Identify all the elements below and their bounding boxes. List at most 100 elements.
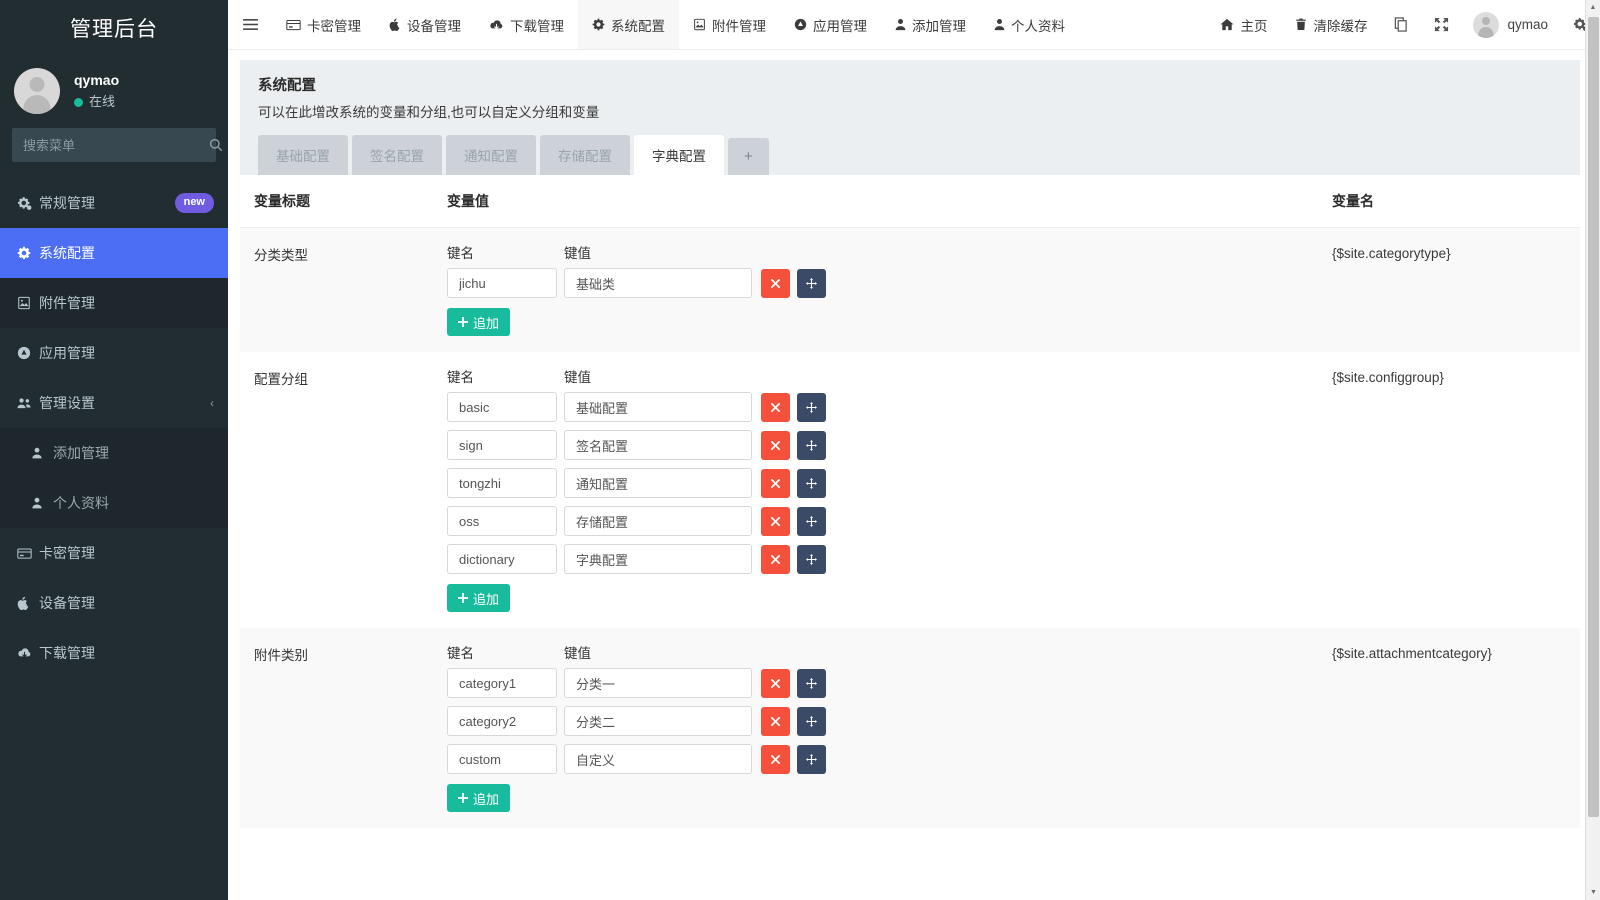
delete-row-button[interactable]: [761, 393, 790, 422]
sidebar-item-system-config[interactable]: 系统配置: [0, 228, 228, 278]
kv-key-input[interactable]: [447, 268, 557, 298]
move-row-handle[interactable]: [797, 545, 826, 574]
add-tab-button[interactable]: +: [728, 138, 769, 175]
kv-value-input[interactable]: [564, 668, 752, 698]
kv-key-input[interactable]: [447, 706, 557, 736]
sidebar-item-app-management[interactable]: 应用管理: [0, 328, 228, 378]
config-table: 变量标题 变量值 变量名 分类类型 键名 键值: [240, 175, 1580, 828]
row-title: 配置分组: [240, 352, 435, 628]
cloud-download-icon: [489, 19, 504, 31]
sidebar-item-label: 系统配置: [39, 243, 214, 263]
tab-storage-config[interactable]: 存储配置: [540, 135, 630, 175]
times-icon: [771, 717, 780, 726]
sidebar-item-device-management[interactable]: 设备管理: [0, 578, 228, 628]
hamburger-icon[interactable]: [228, 0, 272, 49]
kv-key-input[interactable]: [447, 506, 557, 536]
kv-key-header: 键名: [447, 642, 564, 662]
kv-key-input[interactable]: [447, 468, 557, 498]
kv-key-input[interactable]: [447, 744, 557, 774]
topbar-user[interactable]: qymao: [1461, 0, 1560, 49]
card-icon: [17, 546, 39, 561]
kv-value-input[interactable]: [564, 544, 752, 574]
plus-icon: [458, 593, 468, 603]
tab-basic-config[interactable]: 基础配置: [258, 135, 348, 175]
topnav-card-management[interactable]: 卡密管理: [272, 0, 375, 49]
add-pair-button[interactable]: 追加: [447, 784, 510, 812]
kv-row: [447, 268, 1308, 298]
topnav-download-management[interactable]: 下载管理: [475, 0, 578, 49]
kv-key-input[interactable]: [447, 668, 557, 698]
vertical-scrollbar[interactable]: ▲ ▼: [1585, 0, 1600, 900]
tab-notify-config[interactable]: 通知配置: [446, 135, 536, 175]
move-row-handle[interactable]: [797, 431, 826, 460]
kv-value-input[interactable]: [564, 430, 752, 460]
sidebar-item-attachment-management[interactable]: 附件管理: [0, 278, 228, 328]
topbar-spacer: [1079, 0, 1206, 49]
scrollbar-thumb[interactable]: [1588, 17, 1599, 817]
add-pair-button[interactable]: 追加: [447, 308, 510, 336]
kv-value-input[interactable]: [564, 468, 752, 498]
topnav-label: 个人资料: [1011, 15, 1065, 35]
sidebar-search-box[interactable]: [12, 128, 216, 162]
copy-window-icon[interactable]: [1381, 0, 1421, 49]
delete-row-button[interactable]: [761, 431, 790, 460]
sidebar-item-add-admin[interactable]: 添加管理: [0, 428, 228, 478]
topnav-system-config[interactable]: 系统配置: [578, 0, 679, 49]
image-file-icon: [693, 18, 706, 31]
kv-value-input[interactable]: [564, 706, 752, 736]
gear-icon: [17, 246, 39, 260]
kv-key-input[interactable]: [447, 430, 557, 460]
topnav-profile[interactable]: 个人资料: [980, 0, 1079, 49]
kv-key-input[interactable]: [447, 392, 557, 422]
topnav-app-management[interactable]: 应用管理: [780, 0, 881, 49]
sidebar-item-general-management[interactable]: 常规管理 new: [0, 178, 228, 228]
times-icon: [771, 441, 780, 450]
sidebar-user-panel[interactable]: qymao 在线: [0, 56, 228, 128]
sidebar-item-label: 下载管理: [39, 643, 214, 663]
add-pair-button[interactable]: 追加: [447, 584, 510, 612]
kv-key-input[interactable]: [447, 544, 557, 574]
topnav-device-management[interactable]: 设备管理: [375, 0, 475, 49]
row-pairs-cell: 键名 键值: [435, 352, 1320, 628]
topnav-attachment-management[interactable]: 附件管理: [679, 0, 780, 49]
topnav-add-admin[interactable]: 添加管理: [881, 0, 980, 49]
kv-value-input[interactable]: [564, 506, 752, 536]
scroll-down-arrow-icon[interactable]: ▼: [1586, 885, 1600, 900]
kv-value-input[interactable]: [564, 392, 752, 422]
kv-value-input[interactable]: [564, 268, 752, 298]
delete-row-button[interactable]: [761, 669, 790, 698]
topnav-label: 添加管理: [912, 15, 966, 35]
add-pair-label: 追加: [473, 589, 499, 608]
move-row-handle[interactable]: [797, 393, 826, 422]
topnav-home[interactable]: 主页: [1206, 0, 1281, 49]
delete-row-button[interactable]: [761, 545, 790, 574]
fullscreen-icon[interactable]: [1421, 0, 1461, 49]
delete-row-button[interactable]: [761, 745, 790, 774]
sidebar-badge-new: new: [175, 193, 214, 212]
search-icon[interactable]: [209, 129, 223, 161]
sidebar-item-profile[interactable]: 个人资料: [0, 478, 228, 528]
move-row-handle[interactable]: [797, 469, 826, 498]
move-row-handle[interactable]: [797, 745, 826, 774]
topnav-clear-cache[interactable]: 清除缓存: [1281, 0, 1381, 49]
kv-header: 键名 键值: [447, 242, 1308, 262]
tab-dictionary-config[interactable]: 字典配置: [634, 135, 724, 175]
cloud-download-icon: [17, 646, 39, 660]
move-row-handle[interactable]: [797, 269, 826, 298]
move-row-handle[interactable]: [797, 707, 826, 736]
move-row-handle[interactable]: [797, 507, 826, 536]
kv-value-input[interactable]: [564, 744, 752, 774]
sidebar-item-admin-settings[interactable]: 管理设置 ‹: [0, 378, 228, 428]
tab-sign-config[interactable]: 签名配置: [352, 135, 442, 175]
search-input[interactable]: [13, 138, 209, 153]
delete-row-button[interactable]: [761, 269, 790, 298]
content-area: 系统配置 可以在此增改系统的变量和分组,也可以自定义分组和变量 基础配置 签名配…: [228, 50, 1600, 900]
kv-value-header: 键值: [564, 642, 591, 662]
scroll-up-arrow-icon[interactable]: ▲: [1586, 0, 1600, 15]
delete-row-button[interactable]: [761, 469, 790, 498]
sidebar-item-card-management[interactable]: 卡密管理: [0, 528, 228, 578]
delete-row-button[interactable]: [761, 507, 790, 536]
sidebar-item-download-management[interactable]: 下载管理: [0, 628, 228, 678]
delete-row-button[interactable]: [761, 707, 790, 736]
move-row-handle[interactable]: [797, 669, 826, 698]
